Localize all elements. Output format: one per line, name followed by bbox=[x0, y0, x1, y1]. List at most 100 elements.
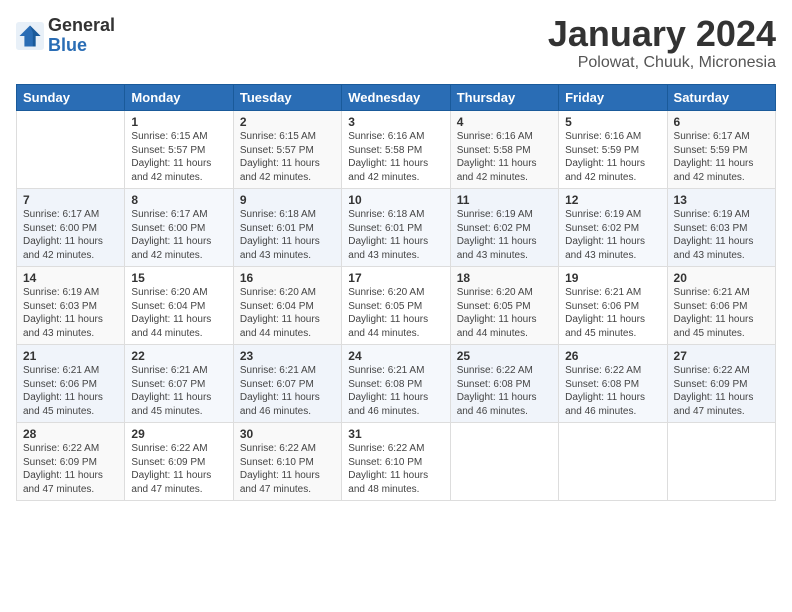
calendar-cell: 24Sunrise: 6:21 AM Sunset: 6:08 PM Dayli… bbox=[342, 345, 450, 423]
day-info: Sunrise: 6:19 AM Sunset: 6:03 PM Dayligh… bbox=[23, 286, 118, 340]
logo-icon bbox=[16, 22, 44, 50]
calendar-cell: 3Sunrise: 6:16 AM Sunset: 5:58 PM Daylig… bbox=[342, 111, 450, 189]
day-info: Sunrise: 6:16 AM Sunset: 5:59 PM Dayligh… bbox=[565, 130, 660, 184]
calendar-week-4: 21Sunrise: 6:21 AM Sunset: 6:06 PM Dayli… bbox=[17, 345, 776, 423]
day-number: 5 bbox=[565, 115, 660, 129]
calendar-cell: 17Sunrise: 6:20 AM Sunset: 6:05 PM Dayli… bbox=[342, 267, 450, 345]
calendar-cell: 10Sunrise: 6:18 AM Sunset: 6:01 PM Dayli… bbox=[342, 189, 450, 267]
day-info: Sunrise: 6:20 AM Sunset: 6:05 PM Dayligh… bbox=[457, 286, 552, 340]
calendar-week-5: 28Sunrise: 6:22 AM Sunset: 6:09 PM Dayli… bbox=[17, 423, 776, 501]
col-sunday: Sunday bbox=[17, 85, 125, 111]
day-info: Sunrise: 6:22 AM Sunset: 6:08 PM Dayligh… bbox=[457, 364, 552, 418]
calendar-cell: 26Sunrise: 6:22 AM Sunset: 6:08 PM Dayli… bbox=[559, 345, 667, 423]
calendar-cell: 6Sunrise: 6:17 AM Sunset: 5:59 PM Daylig… bbox=[667, 111, 775, 189]
day-number: 10 bbox=[348, 193, 443, 207]
calendar-cell: 12Sunrise: 6:19 AM Sunset: 6:02 PM Dayli… bbox=[559, 189, 667, 267]
day-number: 14 bbox=[23, 271, 118, 285]
title-section: January 2024 Polowat, Chuuk, Micronesia bbox=[548, 16, 776, 72]
calendar-cell: 27Sunrise: 6:22 AM Sunset: 6:09 PM Dayli… bbox=[667, 345, 775, 423]
day-info: Sunrise: 6:21 AM Sunset: 6:06 PM Dayligh… bbox=[565, 286, 660, 340]
day-number: 26 bbox=[565, 349, 660, 363]
day-info: Sunrise: 6:22 AM Sunset: 6:09 PM Dayligh… bbox=[674, 364, 769, 418]
day-info: Sunrise: 6:18 AM Sunset: 6:01 PM Dayligh… bbox=[348, 208, 443, 262]
day-info: Sunrise: 6:17 AM Sunset: 6:00 PM Dayligh… bbox=[131, 208, 226, 262]
day-info: Sunrise: 6:21 AM Sunset: 6:06 PM Dayligh… bbox=[674, 286, 769, 340]
day-info: Sunrise: 6:21 AM Sunset: 6:06 PM Dayligh… bbox=[23, 364, 118, 418]
day-number: 11 bbox=[457, 193, 552, 207]
logo: General Blue bbox=[16, 16, 115, 56]
calendar-cell: 29Sunrise: 6:22 AM Sunset: 6:09 PM Dayli… bbox=[125, 423, 233, 501]
day-number: 6 bbox=[674, 115, 769, 129]
calendar-container: General Blue January 2024 Polowat, Chuuk… bbox=[0, 0, 792, 509]
calendar-cell: 21Sunrise: 6:21 AM Sunset: 6:06 PM Dayli… bbox=[17, 345, 125, 423]
day-info: Sunrise: 6:22 AM Sunset: 6:10 PM Dayligh… bbox=[348, 442, 443, 496]
calendar-cell: 15Sunrise: 6:20 AM Sunset: 6:04 PM Dayli… bbox=[125, 267, 233, 345]
calendar-header: General Blue January 2024 Polowat, Chuuk… bbox=[16, 16, 776, 72]
calendar-cell: 16Sunrise: 6:20 AM Sunset: 6:04 PM Dayli… bbox=[233, 267, 341, 345]
calendar-cell: 18Sunrise: 6:20 AM Sunset: 6:05 PM Dayli… bbox=[450, 267, 558, 345]
day-number: 29 bbox=[131, 427, 226, 441]
day-info: Sunrise: 6:22 AM Sunset: 6:10 PM Dayligh… bbox=[240, 442, 335, 496]
location: Polowat, Chuuk, Micronesia bbox=[548, 54, 776, 72]
calendar-cell: 1Sunrise: 6:15 AM Sunset: 5:57 PM Daylig… bbox=[125, 111, 233, 189]
col-saturday: Saturday bbox=[667, 85, 775, 111]
calendar-week-2: 7Sunrise: 6:17 AM Sunset: 6:00 PM Daylig… bbox=[17, 189, 776, 267]
calendar-table: Sunday Monday Tuesday Wednesday Thursday… bbox=[16, 84, 776, 501]
calendar-cell: 28Sunrise: 6:22 AM Sunset: 6:09 PM Dayli… bbox=[17, 423, 125, 501]
day-number: 17 bbox=[348, 271, 443, 285]
col-monday: Monday bbox=[125, 85, 233, 111]
day-number: 18 bbox=[457, 271, 552, 285]
calendar-cell bbox=[17, 111, 125, 189]
day-info: Sunrise: 6:17 AM Sunset: 6:00 PM Dayligh… bbox=[23, 208, 118, 262]
day-info: Sunrise: 6:15 AM Sunset: 5:57 PM Dayligh… bbox=[131, 130, 226, 184]
day-number: 23 bbox=[240, 349, 335, 363]
day-number: 30 bbox=[240, 427, 335, 441]
col-friday: Friday bbox=[559, 85, 667, 111]
logo-blue: Blue bbox=[48, 36, 115, 56]
day-info: Sunrise: 6:20 AM Sunset: 6:05 PM Dayligh… bbox=[348, 286, 443, 340]
calendar-cell bbox=[559, 423, 667, 501]
col-wednesday: Wednesday bbox=[342, 85, 450, 111]
header-row: Sunday Monday Tuesday Wednesday Thursday… bbox=[17, 85, 776, 111]
day-info: Sunrise: 6:19 AM Sunset: 6:02 PM Dayligh… bbox=[565, 208, 660, 262]
day-number: 24 bbox=[348, 349, 443, 363]
calendar-cell: 5Sunrise: 6:16 AM Sunset: 5:59 PM Daylig… bbox=[559, 111, 667, 189]
day-info: Sunrise: 6:22 AM Sunset: 6:08 PM Dayligh… bbox=[565, 364, 660, 418]
calendar-cell: 22Sunrise: 6:21 AM Sunset: 6:07 PM Dayli… bbox=[125, 345, 233, 423]
calendar-cell: 11Sunrise: 6:19 AM Sunset: 6:02 PM Dayli… bbox=[450, 189, 558, 267]
calendar-cell bbox=[450, 423, 558, 501]
calendar-cell: 14Sunrise: 6:19 AM Sunset: 6:03 PM Dayli… bbox=[17, 267, 125, 345]
day-number: 9 bbox=[240, 193, 335, 207]
calendar-week-3: 14Sunrise: 6:19 AM Sunset: 6:03 PM Dayli… bbox=[17, 267, 776, 345]
day-info: Sunrise: 6:21 AM Sunset: 6:08 PM Dayligh… bbox=[348, 364, 443, 418]
day-info: Sunrise: 6:15 AM Sunset: 5:57 PM Dayligh… bbox=[240, 130, 335, 184]
day-number: 7 bbox=[23, 193, 118, 207]
calendar-cell: 25Sunrise: 6:22 AM Sunset: 6:08 PM Dayli… bbox=[450, 345, 558, 423]
day-number: 13 bbox=[674, 193, 769, 207]
calendar-cell: 20Sunrise: 6:21 AM Sunset: 6:06 PM Dayli… bbox=[667, 267, 775, 345]
calendar-cell: 30Sunrise: 6:22 AM Sunset: 6:10 PM Dayli… bbox=[233, 423, 341, 501]
day-number: 8 bbox=[131, 193, 226, 207]
day-number: 16 bbox=[240, 271, 335, 285]
calendar-cell bbox=[667, 423, 775, 501]
day-number: 1 bbox=[131, 115, 226, 129]
day-info: Sunrise: 6:16 AM Sunset: 5:58 PM Dayligh… bbox=[348, 130, 443, 184]
day-info: Sunrise: 6:16 AM Sunset: 5:58 PM Dayligh… bbox=[457, 130, 552, 184]
day-number: 31 bbox=[348, 427, 443, 441]
logo-general: General bbox=[48, 16, 115, 36]
day-number: 19 bbox=[565, 271, 660, 285]
calendar-cell: 7Sunrise: 6:17 AM Sunset: 6:00 PM Daylig… bbox=[17, 189, 125, 267]
day-number: 27 bbox=[674, 349, 769, 363]
calendar-cell: 4Sunrise: 6:16 AM Sunset: 5:58 PM Daylig… bbox=[450, 111, 558, 189]
col-thursday: Thursday bbox=[450, 85, 558, 111]
calendar-cell: 13Sunrise: 6:19 AM Sunset: 6:03 PM Dayli… bbox=[667, 189, 775, 267]
calendar-week-1: 1Sunrise: 6:15 AM Sunset: 5:57 PM Daylig… bbox=[17, 111, 776, 189]
calendar-cell: 8Sunrise: 6:17 AM Sunset: 6:00 PM Daylig… bbox=[125, 189, 233, 267]
day-info: Sunrise: 6:19 AM Sunset: 6:02 PM Dayligh… bbox=[457, 208, 552, 262]
day-number: 21 bbox=[23, 349, 118, 363]
day-info: Sunrise: 6:22 AM Sunset: 6:09 PM Dayligh… bbox=[23, 442, 118, 496]
day-info: Sunrise: 6:19 AM Sunset: 6:03 PM Dayligh… bbox=[674, 208, 769, 262]
calendar-cell: 2Sunrise: 6:15 AM Sunset: 5:57 PM Daylig… bbox=[233, 111, 341, 189]
calendar-cell: 31Sunrise: 6:22 AM Sunset: 6:10 PM Dayli… bbox=[342, 423, 450, 501]
day-number: 4 bbox=[457, 115, 552, 129]
